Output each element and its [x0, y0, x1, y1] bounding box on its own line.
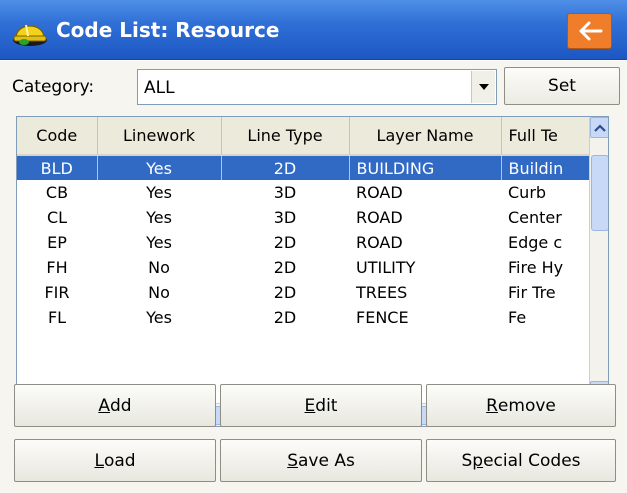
column-header-code[interactable]: Code [17, 117, 98, 156]
column-header-line-type[interactable]: Line Type [221, 117, 350, 156]
category-value: ALL [144, 78, 175, 98]
cell-full-text: Fire Hy [508, 258, 564, 277]
load-button[interactable]: Load [14, 439, 216, 482]
cell-line-type: 2D [273, 283, 297, 302]
cell-code: BLD [17, 155, 98, 180]
hard-hat-icon [13, 24, 47, 46]
back-button[interactable] [567, 13, 612, 49]
table-row[interactable]: CB Yes 3D ROAD Curb [17, 180, 589, 205]
cell-code: FL [47, 308, 67, 327]
cell-code: FIR [44, 283, 70, 302]
category-label: Category: [12, 77, 95, 97]
edit-button[interactable]: Edit [220, 384, 422, 427]
table-row[interactable]: CL Yes 3D ROAD Center [17, 205, 589, 230]
column-header-layer-name[interactable]: Layer Name [349, 117, 502, 156]
table-header-row: Code Linework Line Type Layer Name Full … [17, 117, 590, 156]
dropdown-arrow-icon[interactable] [471, 71, 495, 103]
cell-code: CB [45, 183, 69, 202]
cell-code: FH [46, 258, 68, 277]
cell-line-type: 2D [273, 308, 297, 327]
cell-full-text: Fe [508, 308, 527, 327]
cell-layer-name: TREES [356, 283, 408, 302]
category-dropdown[interactable]: ALL [137, 69, 497, 105]
cell-line-type: 2D [273, 233, 297, 252]
cell-layer-name: UTILITY [356, 258, 416, 277]
chevron-up-icon [594, 123, 606, 132]
cell-layer-name: ROAD [356, 208, 403, 227]
cell-linework: Yes [146, 183, 172, 202]
add-button[interactable]: Add [14, 384, 216, 427]
cell-layer-name: ROAD [356, 183, 403, 202]
cell-line-type: 3D [273, 208, 297, 227]
remove-button[interactable]: Remove [426, 384, 616, 427]
column-header-full-text[interactable]: Full Te [501, 117, 590, 156]
title-bar: Code List: Resource [0, 0, 627, 60]
cell-full-text: Center [508, 208, 562, 227]
table-row[interactable]: FIR No 2D TREES Fir Tre [17, 280, 589, 305]
main-panel: Category: ALL Set Code Linework Line Typ… [0, 61, 627, 493]
cell-full-text: Curb [508, 183, 547, 202]
cell-linework: Yes [146, 308, 172, 327]
cell-linework: Yes [146, 208, 172, 227]
vertical-scrollbar[interactable] [589, 117, 608, 403]
window-title: Code List: Resource [56, 18, 280, 42]
set-button[interactable]: Set [504, 67, 620, 105]
cell-line-type: 2D [273, 258, 297, 277]
cell-layer-name: BUILDING [349, 155, 502, 180]
table-row[interactable]: EP Yes 2D ROAD Edge c [17, 230, 589, 255]
cell-linework: Yes [97, 155, 222, 180]
code-list-table[interactable]: Code Linework Line Type Layer Name Full … [16, 116, 609, 427]
cell-code: EP [47, 233, 67, 252]
cell-linework: No [148, 258, 170, 277]
vertical-scroll-thumb[interactable] [591, 155, 608, 231]
cell-full-text: Edge c [508, 233, 563, 252]
scroll-up-button[interactable] [590, 117, 608, 138]
table-row[interactable]: BLD Yes 2D BUILDING Buildin [17, 155, 589, 180]
save-as-button[interactable]: Save As [220, 439, 422, 482]
table-row[interactable]: FL Yes 2D FENCE Fe [17, 305, 589, 330]
cell-code: CL [46, 208, 68, 227]
table-row[interactable]: FH No 2D UTILITY Fire Hy [17, 255, 589, 280]
special-codes-button[interactable]: Sp ecial Codes [426, 439, 616, 482]
cell-linework: No [148, 283, 170, 302]
cell-full-text: Fir Tre [508, 283, 556, 302]
cell-full-text: Buildin [501, 155, 589, 180]
cell-line-type: 3D [273, 183, 297, 202]
cell-layer-name: FENCE [356, 308, 409, 327]
cell-line-type: 2D [221, 155, 350, 180]
cell-layer-name: ROAD [356, 233, 403, 252]
cell-linework: Yes [146, 233, 172, 252]
back-arrow-icon [579, 21, 602, 41]
column-header-linework[interactable]: Linework [97, 117, 222, 156]
